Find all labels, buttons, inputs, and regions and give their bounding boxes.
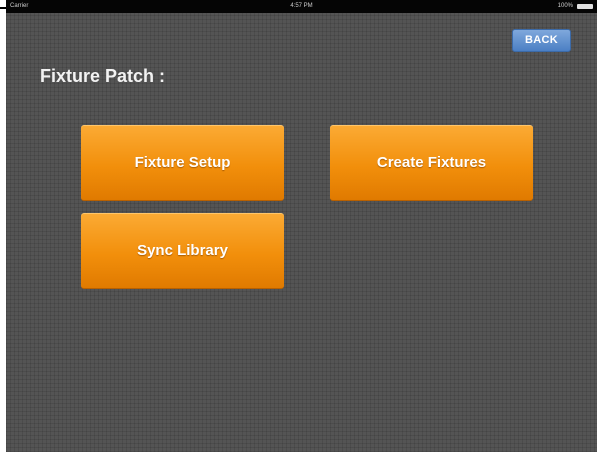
fixture-setup-button[interactable]: Fixture Setup <box>81 125 284 201</box>
sync-library-button[interactable]: Sync Library <box>81 213 284 289</box>
page-title: Fixture Patch : <box>40 66 166 86</box>
battery-icon <box>577 4 593 9</box>
battery-percent: 100% <box>557 3 573 9</box>
back-button[interactable]: BACK <box>512 29 571 52</box>
fixture-patch-screen: BACK Fixture Patch : Fixture Setup Creat… <box>6 13 597 452</box>
status-bar: Carrier 4:57 PM 100% <box>6 0 597 13</box>
app-frame: Carrier 4:57 PM 100% BACK Fixture Patch … <box>0 0 601 452</box>
create-fixtures-button[interactable]: Create Fixtures <box>330 125 533 201</box>
status-time: 4:57 PM <box>290 3 313 9</box>
